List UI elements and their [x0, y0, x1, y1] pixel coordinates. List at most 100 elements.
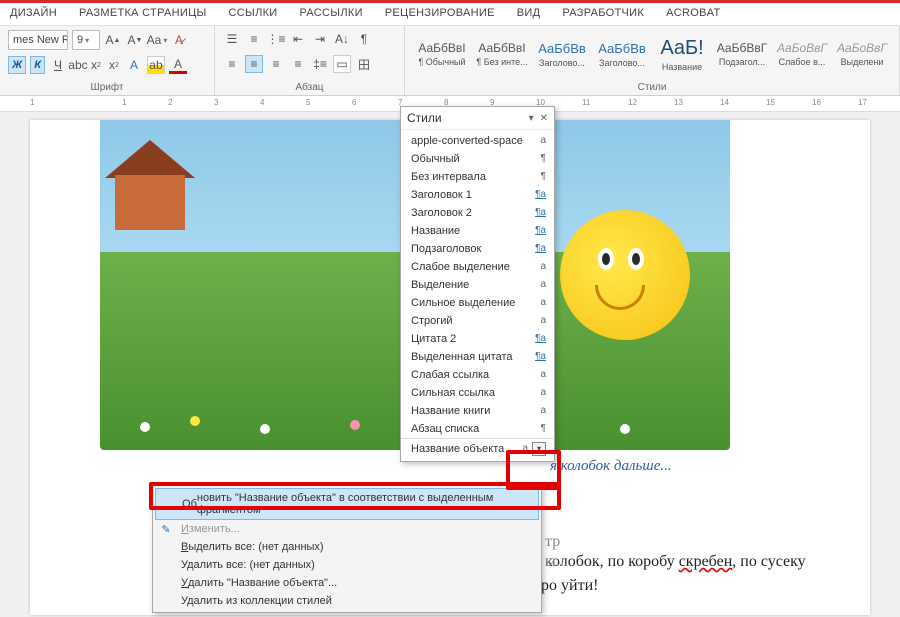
- font-size-combo[interactable]: 9▾: [72, 30, 100, 50]
- tab-design[interactable]: ДИЗАЙН: [10, 7, 57, 19]
- style-gallery[interactable]: АаБбВвІ¶ ОбычныйАаБбВвІ¶ Без инте...АаБб…: [413, 30, 891, 78]
- styles-pane-item[interactable]: Слабая ссылкаa: [401, 366, 554, 384]
- ruler-tick: 15: [766, 98, 775, 107]
- multilevel-list-icon[interactable]: ⋮≡: [267, 30, 285, 48]
- font-group-label: Шрифт: [8, 80, 206, 93]
- font-color-icon[interactable]: A: [169, 56, 187, 74]
- bullets-icon[interactable]: ☰: [223, 30, 241, 48]
- font-name-combo[interactable]: mes New R▾: [8, 30, 68, 50]
- style-gallery-item[interactable]: АаБбВвЗаголово...: [593, 30, 651, 78]
- house-icon: [115, 175, 185, 230]
- shrink-font-icon[interactable]: A▼: [126, 31, 144, 49]
- context-menu-item[interactable]: Удалить все: (нет данных): [153, 556, 541, 574]
- style-gallery-item[interactable]: АаБоВвГСлабое в...: [773, 30, 831, 78]
- styles-pane-item[interactable]: Без интервала¶: [401, 168, 554, 186]
- context-menu-item[interactable]: Удалить из коллекции стилей: [153, 592, 541, 610]
- tab-developer[interactable]: РАЗРАБОТЧИК: [562, 7, 644, 19]
- show-marks-icon[interactable]: ¶: [355, 30, 373, 48]
- styles-pane-item[interactable]: Сильная ссылкаa: [401, 384, 554, 402]
- bold-button[interactable]: Ж: [8, 56, 26, 74]
- ruler-tick: 17: [858, 98, 867, 107]
- superscript-icon[interactable]: x2: [107, 56, 121, 74]
- styles-pane-item[interactable]: Абзац списка¶: [401, 420, 554, 438]
- ruler-tick: 1: [122, 98, 126, 107]
- chevron-down-icon: ▾: [85, 36, 89, 45]
- ruler-tick: 5: [306, 98, 310, 107]
- chevron-down-icon[interactable]: ▾: [532, 442, 546, 456]
- shading-icon[interactable]: ▭: [333, 55, 351, 73]
- tab-review[interactable]: РЕЦЕНЗИРОВАНИЕ: [385, 7, 495, 19]
- context-menu-item[interactable]: Удалить "Название объекта"...: [153, 574, 541, 592]
- styles-pane: Стили ▾ ✕ apple-converted-spaceaОбычный¶…: [400, 106, 555, 462]
- styles-pane-title: Стили ▾ ✕: [401, 107, 554, 130]
- style-gallery-item[interactable]: АаБбВвІ¶ Обычный: [413, 30, 471, 78]
- style-gallery-item[interactable]: АаБоВвГВыделени: [833, 30, 891, 78]
- font-group: mes New R▾ 9▾ A▲ A▼ Aa▾ A̷ Ж К Ч abc x2 …: [0, 26, 215, 95]
- increase-indent-icon[interactable]: ⇥: [311, 30, 329, 48]
- styles-pane-item[interactable]: Название книгиa: [401, 402, 554, 420]
- grow-font-icon[interactable]: A▲: [104, 31, 122, 49]
- ruler-tick: 13: [674, 98, 683, 107]
- house-roof-icon: [105, 140, 195, 178]
- context-menu-item[interactable]: ✎Изменить...: [153, 520, 541, 538]
- ruler-tick: 4: [260, 98, 264, 107]
- align-right-icon[interactable]: ≡: [267, 55, 285, 73]
- sort-icon[interactable]: A↓: [333, 30, 351, 48]
- styles-list: apple-converted-spaceaОбычный¶Без интерв…: [401, 130, 554, 461]
- tab-view[interactable]: ВИД: [517, 7, 541, 19]
- context-menu-item[interactable]: Обновить "Название объекта" в соответств…: [155, 488, 539, 520]
- sun-face-icon: [560, 210, 690, 340]
- align-center-icon[interactable]: ≡: [245, 55, 263, 73]
- numbering-icon[interactable]: ≡: [245, 30, 263, 48]
- ruler-tick: 2: [168, 98, 172, 107]
- styles-pane-item[interactable]: Слабое выделениеa: [401, 258, 554, 276]
- styles-pane-item[interactable]: Название¶a: [401, 222, 554, 240]
- highlight-icon[interactable]: ab: [147, 56, 165, 74]
- pane-options-icon[interactable]: ▾: [529, 113, 534, 124]
- tab-acrobat[interactable]: ACROBAT: [666, 7, 720, 19]
- styles-pane-item[interactable]: Выделениеa: [401, 276, 554, 294]
- change-case-icon[interactable]: Aa▾: [148, 31, 166, 49]
- style-gallery-item[interactable]: АаБ!Название: [653, 30, 711, 78]
- strikethrough-icon[interactable]: abc: [71, 56, 85, 74]
- borders-icon[interactable]: 田: [355, 55, 373, 73]
- close-icon[interactable]: ✕: [540, 113, 548, 124]
- styles-pane-item[interactable]: apple-converted-spacea: [401, 132, 554, 150]
- underline-button[interactable]: Ч: [49, 56, 67, 74]
- styles-pane-item[interactable]: Заголовок 1¶a: [401, 186, 554, 204]
- ruler-tick: 12: [628, 98, 637, 107]
- style-gallery-item[interactable]: АаБбВвЗаголово...: [533, 30, 591, 78]
- text-effects-icon[interactable]: A: [125, 56, 143, 74]
- styles-pane-item[interactable]: Выделенная цитата¶a: [401, 348, 554, 366]
- ruler-tick: 14: [720, 98, 729, 107]
- styles-pane-item[interactable]: Сильное выделениеa: [401, 294, 554, 312]
- italic-button[interactable]: К: [30, 56, 45, 74]
- ruler-tick: 3: [214, 98, 218, 107]
- ribbon: mes New R▾ 9▾ A▲ A▼ Aa▾ A̷ Ж К Ч abc x2 …: [0, 26, 900, 96]
- justify-icon[interactable]: ≡: [289, 55, 307, 73]
- line-spacing-icon[interactable]: ‡≡: [311, 55, 329, 73]
- ribbon-tabs: ДИЗАЙН РАЗМЕТКА СТРАНИЦЫ ССЫЛКИ РАССЫЛКИ…: [0, 3, 900, 26]
- styles-pane-item[interactable]: Обычный¶: [401, 150, 554, 168]
- tab-references[interactable]: ССЫЛКИ: [229, 7, 278, 19]
- ruler-tick: 6: [352, 98, 356, 107]
- align-left-icon[interactable]: ≡: [223, 55, 241, 73]
- edit-icon: ✎: [159, 522, 173, 536]
- context-menu-item[interactable]: Выделить все: (нет данных): [153, 538, 541, 556]
- styles-pane-item[interactable]: Подзаголовок¶a: [401, 240, 554, 258]
- tab-mailings[interactable]: РАССЫЛКИ: [300, 7, 363, 19]
- subscript-icon[interactable]: x2: [89, 56, 103, 74]
- style-gallery-item[interactable]: АаБбВвІ¶ Без инте...: [473, 30, 531, 78]
- styles-group: АаБбВвІ¶ ОбычныйАаБбВвІ¶ Без инте...АаБб…: [405, 26, 900, 95]
- styles-pane-item-selected[interactable]: Название объектаa▾: [401, 438, 554, 459]
- decrease-indent-icon[interactable]: ⇤: [289, 30, 307, 48]
- styles-pane-item[interactable]: Строгийa: [401, 312, 554, 330]
- paragraph-group-label: Абзац: [223, 80, 396, 93]
- tab-page-layout[interactable]: РАЗМЕТКА СТРАНИЦЫ: [79, 7, 207, 19]
- styles-pane-item[interactable]: Заголовок 2¶a: [401, 204, 554, 222]
- clear-formatting-icon[interactable]: A̷: [170, 31, 188, 49]
- styles-pane-item[interactable]: Цитата 2¶a: [401, 330, 554, 348]
- style-gallery-item[interactable]: АаБбВвГПодзагол...: [713, 30, 771, 78]
- ruler-tick: 11: [582, 98, 590, 107]
- ruler-tick: 16: [812, 98, 821, 107]
